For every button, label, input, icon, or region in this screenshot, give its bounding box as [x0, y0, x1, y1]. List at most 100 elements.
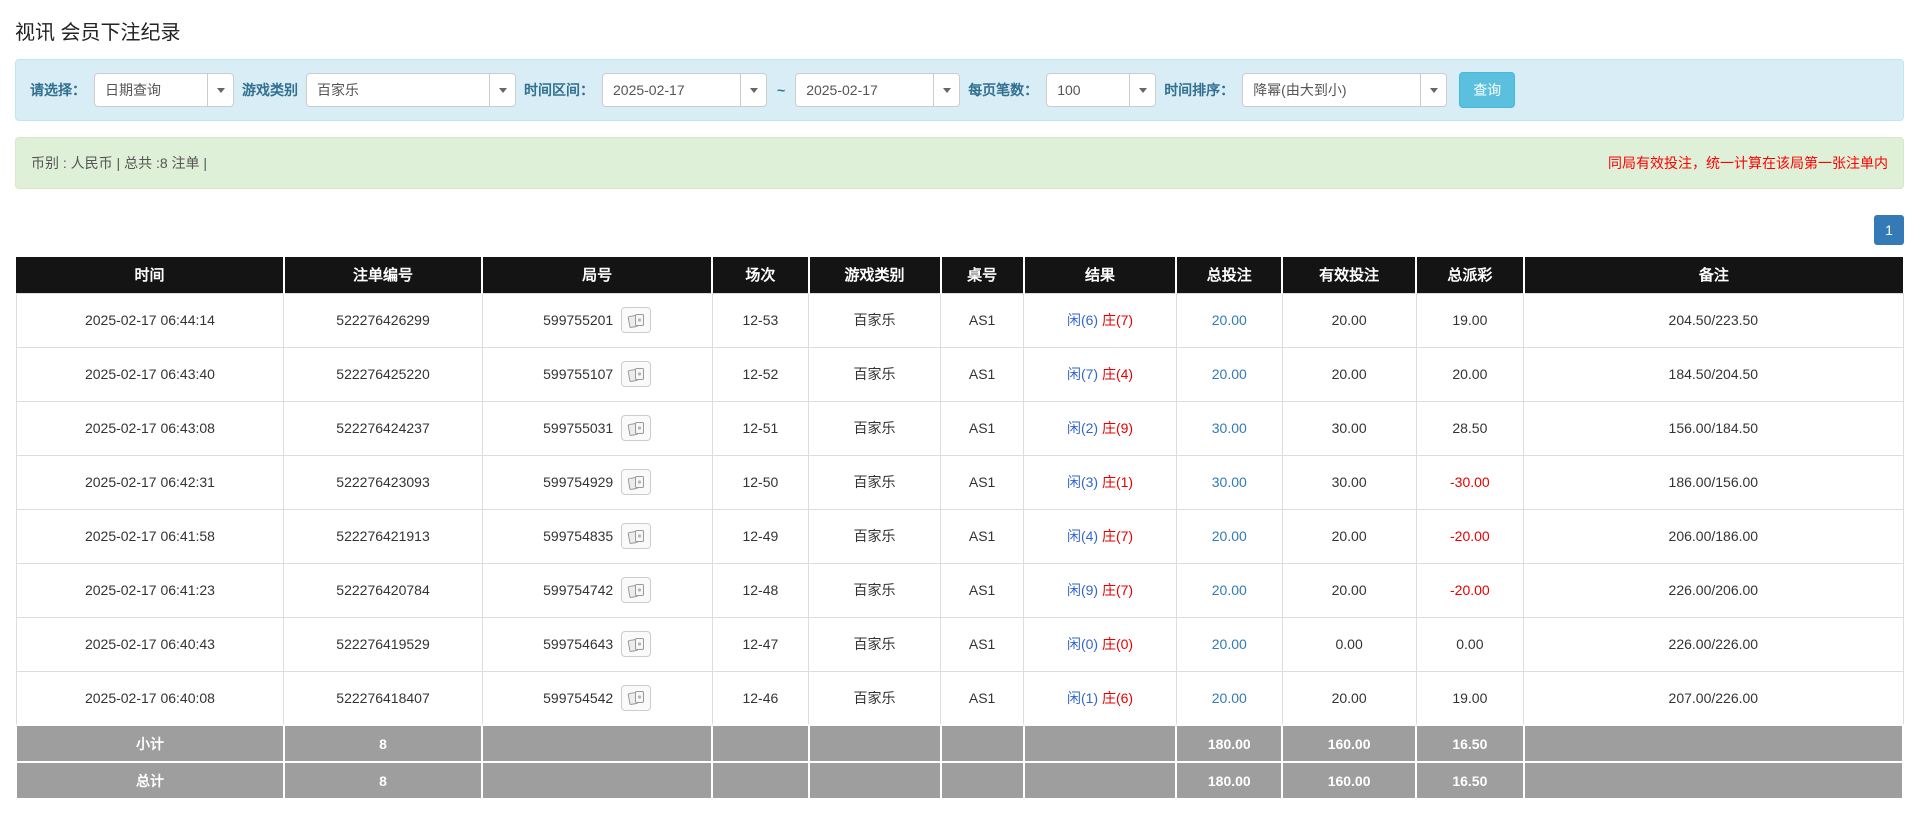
- date-from-select[interactable]: 2025-02-17: [602, 73, 767, 107]
- cell-table-no: AS1: [940, 562, 1025, 618]
- cell-bet-id: 522276419529: [283, 616, 483, 672]
- col-header-table-no: 桌号: [940, 257, 1025, 293]
- cell-bet-id: 522276421913: [283, 508, 483, 564]
- table-row: 2025-02-17 06:44:14 522276426299 5997552…: [15, 292, 1904, 348]
- query-type-select[interactable]: 日期查询: [94, 73, 234, 107]
- total-valid-bet: 160.00: [1281, 761, 1418, 800]
- cards-icon[interactable]: [621, 684, 652, 711]
- cell-table-no: AS1: [940, 616, 1025, 672]
- result-banker: 庄(4): [1101, 366, 1134, 382]
- cards-icon[interactable]: [621, 415, 652, 441]
- cell-total-bet[interactable]: 20.00: [1175, 292, 1283, 348]
- time-sort-select[interactable]: 降幂(由大到小): [1242, 73, 1448, 107]
- col-header-total-bet: 总投注: [1176, 257, 1284, 293]
- total-total-bet: 180.00: [1175, 761, 1284, 800]
- cell-total-bet[interactable]: 20.00: [1175, 346, 1283, 402]
- cell-game-type: 百家乐: [808, 400, 942, 456]
- table-row: 2025-02-17 06:41:23 522276420784 5997547…: [15, 562, 1904, 618]
- round-id-value: 599755201: [543, 312, 614, 328]
- pagination: 1: [15, 215, 1904, 245]
- col-header-time: 时间: [16, 257, 285, 293]
- game-type-select[interactable]: 百家乐: [306, 73, 516, 107]
- date-range-label: 时间区间：: [524, 82, 594, 98]
- total-count: 8: [282, 761, 484, 800]
- bet-records-table: 时间 注单编号 局号 场次 游戏类别 桌号 结果 总投注 有效投注 总派彩 备注…: [15, 257, 1905, 800]
- result-player: 闲(9): [1066, 582, 1099, 598]
- cell-bet-id: 522276418407: [283, 670, 483, 726]
- date-to-select[interactable]: 2025-02-17: [795, 73, 961, 107]
- cell-total-bet[interactable]: 20.00: [1175, 616, 1283, 672]
- subtotal-row: 小计 8 180.00 160.00 16.50: [15, 724, 1905, 763]
- table-row: 2025-02-17 06:43:40 522276425220 5997551…: [15, 346, 1904, 402]
- cell-total-bet[interactable]: 30.00: [1175, 454, 1283, 510]
- cell-payout: -20.00: [1415, 508, 1525, 564]
- cell-round-id: 599754929: [481, 454, 713, 510]
- cell-total-bet[interactable]: 30.00: [1175, 400, 1283, 456]
- cell-total-bet[interactable]: 20.00: [1175, 508, 1283, 564]
- cell-session: 12-47: [711, 616, 810, 672]
- game-type-label: 游戏类别: [242, 82, 298, 98]
- subtotal-valid-bet: 160.00: [1281, 724, 1418, 763]
- cards-icon[interactable]: [621, 577, 652, 603]
- result-banker: 庄(1): [1101, 474, 1134, 490]
- subtotal-label: 小计: [15, 724, 285, 763]
- cell-valid-bet: 30.00: [1281, 400, 1417, 456]
- cell-total-bet[interactable]: 20.00: [1175, 562, 1283, 618]
- page-size-select[interactable]: 100: [1046, 73, 1157, 107]
- cell-result: 闲(3) 庄(1): [1023, 454, 1177, 510]
- time-sort-value: 降幂(由大到小): [1253, 82, 1347, 98]
- cell-payout: 20.00: [1415, 346, 1525, 402]
- cards-icon[interactable]: [621, 523, 652, 549]
- cell-time: 2025-02-17 06:42:31: [15, 454, 285, 510]
- chevron-down-icon[interactable]: [489, 74, 515, 106]
- cell-valid-bet: 20.00: [1281, 562, 1417, 618]
- chevron-down-icon[interactable]: [740, 74, 766, 106]
- footer-empty-cell: [807, 761, 942, 800]
- cards-icon[interactable]: [621, 361, 652, 387]
- cell-valid-bet: 30.00: [1281, 454, 1417, 510]
- round-id-value: 599754643: [543, 636, 614, 652]
- cell-table-no: AS1: [940, 292, 1025, 348]
- page: 视讯 会员下注纪录 请选择： 日期查询 游戏类别 百家乐 时间区间： 2025-…: [0, 0, 1919, 820]
- cell-round-id: 599754643: [481, 616, 713, 672]
- chevron-down-icon[interactable]: [1420, 74, 1447, 106]
- time-sort-label: 时间排序：: [1164, 82, 1235, 98]
- cell-result: 闲(4) 庄(7): [1023, 508, 1177, 564]
- footer-empty-cell: [1022, 761, 1178, 800]
- chevron-down-icon[interactable]: [933, 74, 960, 106]
- result-player: 闲(6): [1066, 312, 1099, 328]
- cell-bet-id: 522276420784: [283, 562, 483, 618]
- chevron-down-icon[interactable]: [1129, 74, 1156, 106]
- query-type-value: 日期查询: [105, 82, 161, 98]
- cell-note: 156.00/184.50: [1523, 400, 1904, 456]
- cell-time: 2025-02-17 06:43:08: [15, 400, 285, 456]
- cell-session: 12-51: [711, 400, 810, 456]
- cell-game-type: 百家乐: [808, 346, 942, 402]
- search-button[interactable]: 查询: [1459, 72, 1516, 108]
- cell-payout: 0.00: [1415, 616, 1525, 672]
- result-player: 闲(1): [1066, 689, 1099, 706]
- page-1-button[interactable]: 1: [1874, 215, 1904, 245]
- cards-icon[interactable]: [621, 469, 652, 495]
- date-range-separator: ~: [777, 82, 786, 98]
- cell-valid-bet: 20.00: [1281, 670, 1417, 726]
- cell-game-type: 百家乐: [808, 292, 942, 348]
- cards-icon[interactable]: [621, 631, 652, 657]
- col-header-round-id: 局号: [482, 257, 714, 293]
- cell-note: 206.00/186.00: [1523, 508, 1904, 564]
- cell-game-type: 百家乐: [808, 670, 942, 726]
- cell-total-bet[interactable]: 20.00: [1175, 670, 1283, 726]
- cards-icon[interactable]: [621, 307, 652, 333]
- result-player: 闲(7): [1066, 366, 1099, 382]
- cell-note: 207.00/226.00: [1523, 670, 1904, 726]
- chevron-down-icon[interactable]: [207, 74, 233, 106]
- page-size-value: 100: [1057, 82, 1081, 98]
- cell-table-no: AS1: [940, 508, 1025, 564]
- col-header-game-type: 游戏类别: [808, 257, 942, 293]
- date-from-value: 2025-02-17: [613, 82, 685, 98]
- summary-currency-count: 币别 : 人民币 | 总共 :8 注单 |: [31, 155, 208, 171]
- cell-bet-id: 522276425220: [283, 346, 483, 402]
- cell-session: 12-52: [711, 346, 810, 402]
- page-title: 视讯 会员下注纪录: [15, 22, 181, 44]
- cell-valid-bet: 20.00: [1281, 346, 1417, 402]
